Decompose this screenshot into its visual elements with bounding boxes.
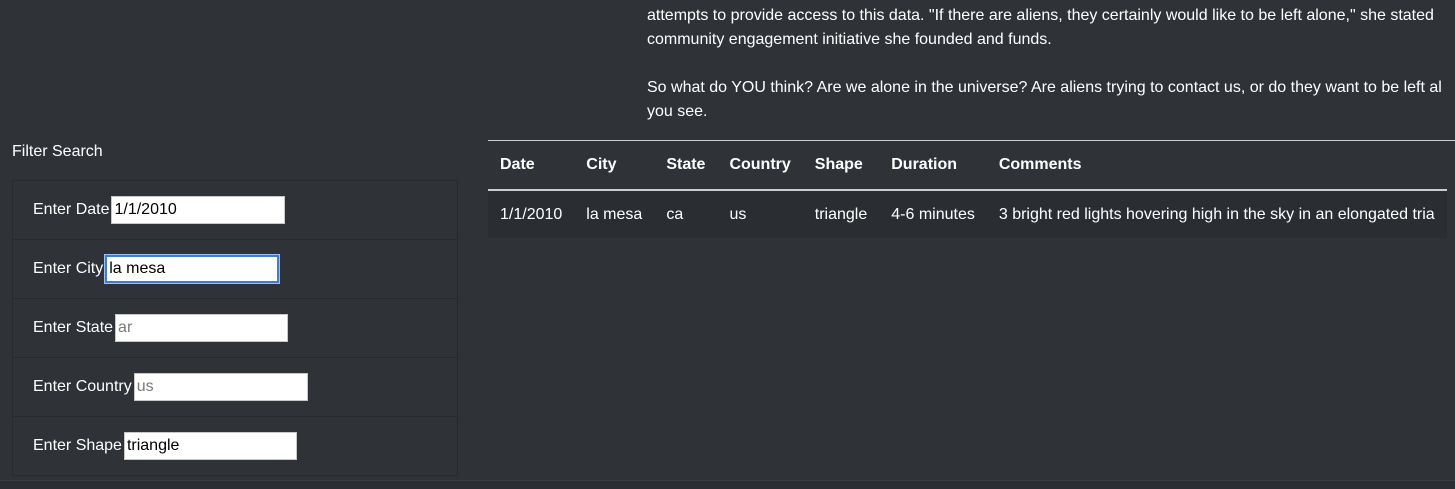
cell-country: us (717, 190, 803, 238)
article-line: attempts to provide access to this data.… (647, 7, 1434, 24)
column-header-state: State (654, 141, 718, 191)
filter-item-country: Enter Country (12, 357, 458, 416)
cell-duration: 4-6 minutes (879, 190, 987, 238)
article-line: So what do YOU think? Are we alone in th… (647, 79, 1442, 96)
cell-shape: triangle (802, 190, 880, 238)
state-input[interactable] (115, 314, 289, 342)
cell-date: 1/1/2010 (488, 190, 575, 238)
results-table: Date City State Country Shape Duration C… (488, 141, 1447, 238)
filter-item-date: Enter Date (12, 180, 458, 239)
date-label: Enter Date (33, 201, 110, 218)
filter-item-shape: Enter Shape (12, 416, 458, 476)
column-header-city: City (574, 141, 655, 191)
column-header-date: Date (488, 141, 575, 191)
article-paragraph-1: attempts to provide access to this data.… (647, 4, 1455, 52)
cell-comments: 3 bright red lights hovering high in the… (986, 190, 1447, 238)
column-header-country: Country (717, 141, 803, 191)
results-table-container: Date City State Country Shape Duration C… (488, 140, 1455, 238)
article-paragraph-2: So what do YOU think? Are we alone in th… (647, 76, 1455, 124)
filter-item-state: Enter State (12, 298, 458, 357)
cell-state: ca (654, 190, 718, 238)
column-header-comments: Comments (986, 141, 1447, 191)
filter-item-city: Enter City (12, 239, 458, 298)
country-label: Enter Country (33, 378, 132, 395)
state-label: Enter State (33, 319, 114, 336)
footer-divider (0, 480, 1455, 489)
column-header-duration: Duration (879, 141, 987, 191)
country-input[interactable] (133, 373, 308, 401)
date-input[interactable] (111, 196, 286, 224)
city-input[interactable] (105, 255, 280, 283)
table-header-row: Date City State Country Shape Duration C… (488, 141, 1447, 191)
table-row: 1/1/2010 la mesa ca us triangle 4-6 minu… (488, 190, 1447, 238)
article-line: you see. (647, 103, 708, 120)
shape-label: Enter Shape (33, 437, 122, 454)
shape-input[interactable] (123, 432, 297, 460)
city-label: Enter City (33, 260, 104, 277)
cell-city: la mesa (574, 190, 655, 238)
filter-search-title: Filter Search (12, 143, 103, 160)
filter-list: Enter Date Enter City Enter State Enter … (12, 180, 458, 476)
page: attempts to provide access to this data.… (0, 0, 1455, 489)
article-text: attempts to provide access to this data.… (647, 4, 1455, 124)
column-header-shape: Shape (802, 141, 880, 191)
article-line: community engagement initiative she foun… (647, 31, 1052, 48)
